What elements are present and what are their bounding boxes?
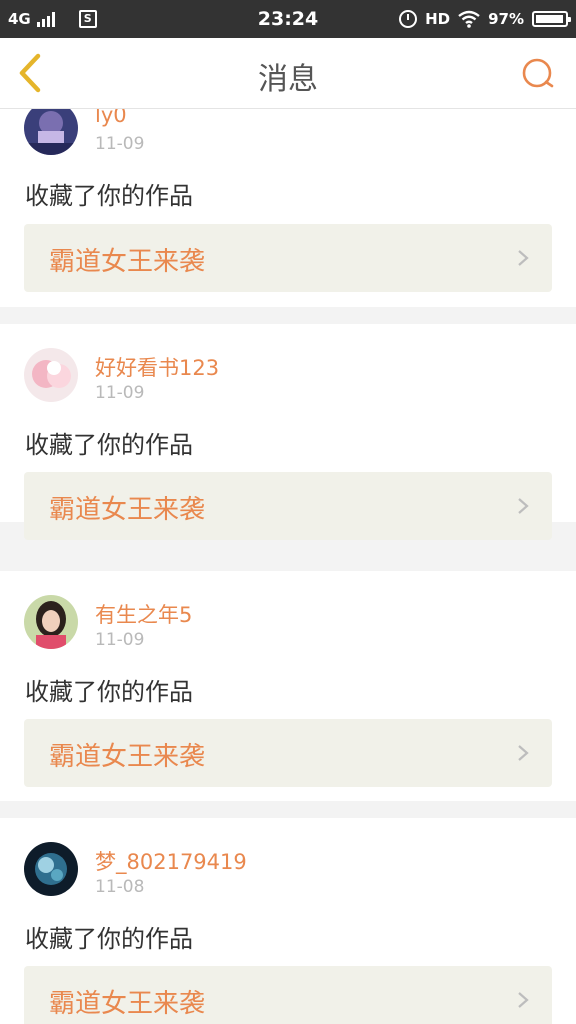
work-title: 霸道女王来袭	[49, 247, 206, 277]
username[interactable]: 梦_802179419	[95, 846, 247, 876]
username[interactable]: ly0	[95, 109, 127, 127]
card-separator	[0, 554, 576, 571]
battery-percent: 97%	[488, 10, 524, 28]
notification-action: 收藏了你的作品	[25, 925, 193, 953]
notification-list: ly0 11-09 收藏了你的作品 霸道女王来袭 好好看书123 11-09 收…	[0, 109, 576, 1024]
avatar[interactable]	[24, 842, 78, 896]
battery-icon	[532, 11, 571, 27]
avatar[interactable]	[24, 348, 78, 402]
chevron-right-icon	[518, 250, 529, 266]
notification-item: ly0 11-09 收藏了你的作品 霸道女王来袭	[0, 109, 576, 307]
chevron-right-icon	[518, 498, 529, 514]
work-link[interactable]: 霸道女王来袭	[24, 224, 552, 292]
avatar[interactable]	[24, 595, 78, 649]
notification-action: 收藏了你的作品	[25, 182, 193, 210]
search-icon	[522, 58, 554, 88]
work-link[interactable]: 霸道女王来袭	[24, 472, 552, 540]
notification-date: 11-08	[95, 877, 145, 897]
alarm-icon	[399, 10, 418, 28]
nav-header: 消息	[0, 38, 576, 109]
work-link[interactable]: 霸道女王来袭	[24, 719, 552, 787]
card-separator	[0, 801, 576, 818]
notification-item: 有生之年5 11-09 收藏了你的作品 霸道女王来袭	[0, 571, 576, 801]
chevron-right-icon	[518, 745, 529, 761]
notification-item: 好好看书123 11-09 收藏了你的作品 霸道女王来袭	[0, 324, 576, 540]
notification-item: 梦_802179419 11-08 收藏了你的作品 霸道女王来袭	[0, 818, 576, 1024]
username[interactable]: 好好看书123	[95, 352, 219, 382]
work-title: 霸道女王来袭	[49, 742, 206, 772]
work-link[interactable]: 霸道女王来袭	[24, 966, 552, 1024]
card-separator	[0, 307, 576, 324]
search-button[interactable]	[518, 54, 558, 94]
notification-action: 收藏了你的作品	[25, 431, 193, 459]
notification-date: 11-09	[95, 383, 145, 403]
chevron-right-icon	[518, 992, 529, 1008]
status-right: HD 97%	[399, 8, 571, 30]
notification-action: 收藏了你的作品	[25, 678, 193, 706]
wifi-icon	[458, 10, 480, 28]
notification-date: 11-09	[95, 630, 145, 650]
work-title: 霸道女王来袭	[49, 495, 206, 525]
notification-date: 11-09	[95, 134, 145, 154]
username[interactable]: 有生之年5	[95, 599, 192, 629]
hd-indicator: HD	[425, 10, 451, 28]
work-title: 霸道女王来袭	[49, 989, 206, 1019]
status-bar: 4G S 23:24 HD 97%	[0, 0, 576, 38]
app-screen: 4G S 23:24 HD 97% 消息 ly0 11-09 收藏了你的作品 霸…	[0, 0, 576, 1024]
avatar[interactable]	[24, 109, 78, 155]
page-title: 消息	[258, 62, 318, 97]
